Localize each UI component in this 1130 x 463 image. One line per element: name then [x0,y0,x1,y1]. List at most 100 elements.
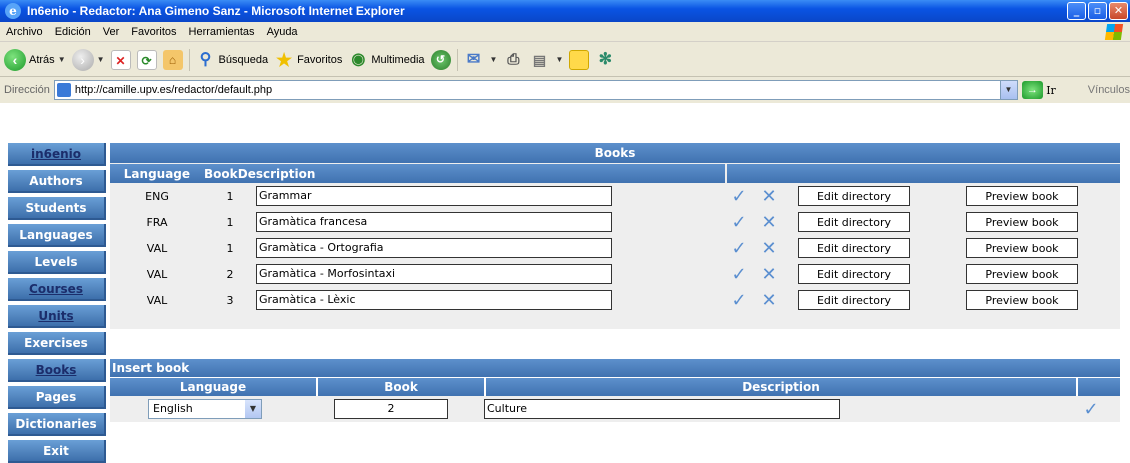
save-check-icon[interactable]: ✓ [730,186,748,207]
preview-book-button[interactable]: Preview book [966,264,1078,284]
messenger-icon[interactable]: ✻ [595,50,615,70]
sidebar: in6enio Authors Students Languages Level… [8,143,106,463]
sidebar-item-authors[interactable]: Authors [8,170,106,193]
mail-dropdown-icon[interactable]: ▼ [490,55,498,64]
new-description-input[interactable]: Culture [484,399,840,419]
menu-ver[interactable]: Ver [103,26,120,38]
favorites-label: Favoritos [297,53,343,66]
table-row: ENG 1 Grammar ✓ ✕ Edit directory Preview… [110,183,1120,209]
media-label: Multimedia [371,53,425,66]
insert-check-icon[interactable]: ✓ [1082,399,1100,420]
description-input[interactable]: Gramàtica - Morfosintaxi [256,264,612,284]
menu-herramientas[interactable]: Herramientas [189,26,255,38]
save-check-icon[interactable]: ✓ [730,238,748,259]
sidebar-item-books[interactable]: Books [8,359,106,382]
favorites-button[interactable]: ★ Favoritos [274,50,342,70]
stop-icon[interactable]: ✕ [110,49,131,70]
search-button[interactable]: ⚲ Búsqueda [196,50,269,70]
sidebar-item-exercises[interactable]: Exercises [8,332,106,355]
delete-cross-icon[interactable]: ✕ [760,186,778,207]
table-row: VAL 2 Gramàtica - Morfosintaxi ✓ ✕ Edit … [110,261,1120,287]
search-icon: ⚲ [199,50,212,68]
delete-cross-icon[interactable]: ✕ [760,264,778,285]
media-button[interactable]: ◉ Multimedia [348,50,424,70]
header-language: Language [110,164,204,183]
address-input[interactable]: http://camille.upv.es/redactor/default.p… [53,80,1018,100]
delete-cross-icon[interactable]: ✕ [760,212,778,233]
delete-cross-icon[interactable]: ✕ [760,238,778,259]
delete-cross-icon[interactable]: ✕ [760,290,778,311]
back-button[interactable]: ‹ Atrás ▼ [4,48,66,71]
sidebar-item-courses[interactable]: Courses [8,278,106,301]
close-button[interactable]: ✕ [1109,2,1128,20]
preview-book-button[interactable]: Preview book [966,212,1078,232]
preview-book-button[interactable]: Preview book [966,238,1078,258]
row-description-cell: Gramàtica francesa [256,212,726,232]
back-label: Atrás [29,53,55,66]
browser-window: e In6enio - Redactor: Ana Gimeno Sanz - … [0,0,1130,463]
edit-icon[interactable]: ▤ [529,50,549,70]
row-description-cell: Gramàtica - Lèxic [256,290,726,310]
sidebar-item-dictionaries[interactable]: Dictionaries [8,413,106,436]
edit-directory-button[interactable]: Edit directory [798,238,910,258]
edit-directory-button[interactable]: Edit directory [798,212,910,232]
description-input[interactable]: Gramàtica - Lèxic [256,290,612,310]
edit-directory-button[interactable]: Edit directory [798,290,910,310]
mail-icon[interactable]: ✉ [464,50,484,70]
refresh-icon[interactable]: ⟳ [136,49,157,70]
forward-dropdown-icon[interactable]: ▼ [97,55,105,64]
description-input[interactable]: Grammar [256,186,612,206]
insert-header-description: Description [486,378,1076,396]
language-select[interactable]: English ▼ [148,399,262,419]
sidebar-item-languages[interactable]: Languages [8,224,106,247]
links-button[interactable]: Vínculos [1088,84,1130,96]
description-input[interactable]: Gramàtica - Ortografia [256,238,612,258]
history-icon[interactable]: ↺ [430,49,451,70]
edit-directory-button[interactable]: Edit directory [798,264,910,284]
row-description-cell: Gramàtica - Ortografia [256,238,726,258]
discuss-icon[interactable] [569,49,590,70]
row-description-cell: Grammar [256,186,726,206]
header-description: Description [237,164,725,183]
print-icon[interactable]: ⎙ [503,50,523,70]
maximize-button[interactable]: ▫ [1088,2,1107,20]
header-book: Book [203,164,238,183]
back-dropdown-icon[interactable]: ▼ [58,55,66,64]
header-actions [726,164,1120,183]
sidebar-item-pages[interactable]: Pages [8,386,106,409]
minimize-button[interactable]: _ [1067,2,1086,20]
sidebar-item-students[interactable]: Students [8,197,106,220]
preview-book-button[interactable]: Preview book [966,290,1078,310]
go-button[interactable]: Ir [1046,84,1056,97]
menu-edicion[interactable]: Edición [55,26,91,38]
menu-archivo[interactable]: Archivo [6,26,43,38]
save-check-icon[interactable]: ✓ [730,290,748,311]
chevron-down-icon[interactable]: ▼ [245,400,261,418]
address-dropdown-icon[interactable]: ▼ [999,81,1017,99]
save-check-icon[interactable]: ✓ [730,212,748,233]
sidebar-item-units[interactable]: Units [8,305,106,328]
forward-arrow-icon: › [71,48,94,71]
insert-row: English ▼ 2 Culture ✓ [110,396,1120,422]
book-number-input[interactable]: 2 [334,399,448,419]
menu-ayuda[interactable]: Ayuda [267,26,298,38]
media-icon: ◉ [351,50,366,68]
main-content: Books Language Book Description ENG 1 Gr… [110,143,1120,422]
row-book: 2 [226,267,234,281]
sidebar-item-in6enio[interactable]: in6enio [8,143,106,166]
save-check-icon[interactable]: ✓ [730,264,748,285]
edit-directory-button[interactable]: Edit directory [798,186,910,206]
sidebar-item-levels[interactable]: Levels [8,251,106,274]
go-arrow-icon[interactable]: → [1021,81,1044,99]
row-language: VAL [146,293,168,307]
menu-favoritos[interactable]: Favoritos [131,26,176,38]
description-input[interactable]: Gramàtica francesa [256,212,612,232]
favorites-star-icon: ★ [276,49,293,70]
edit-dropdown-icon[interactable]: ▼ [555,55,563,64]
preview-book-button[interactable]: Preview book [966,186,1078,206]
insert-header-book: Book [318,378,484,396]
search-label: Búsqueda [218,53,269,66]
forward-button[interactable]: › ▼ [71,48,105,71]
home-icon[interactable]: ⌂ [162,49,183,70]
sidebar-item-exit[interactable]: Exit [8,440,106,463]
